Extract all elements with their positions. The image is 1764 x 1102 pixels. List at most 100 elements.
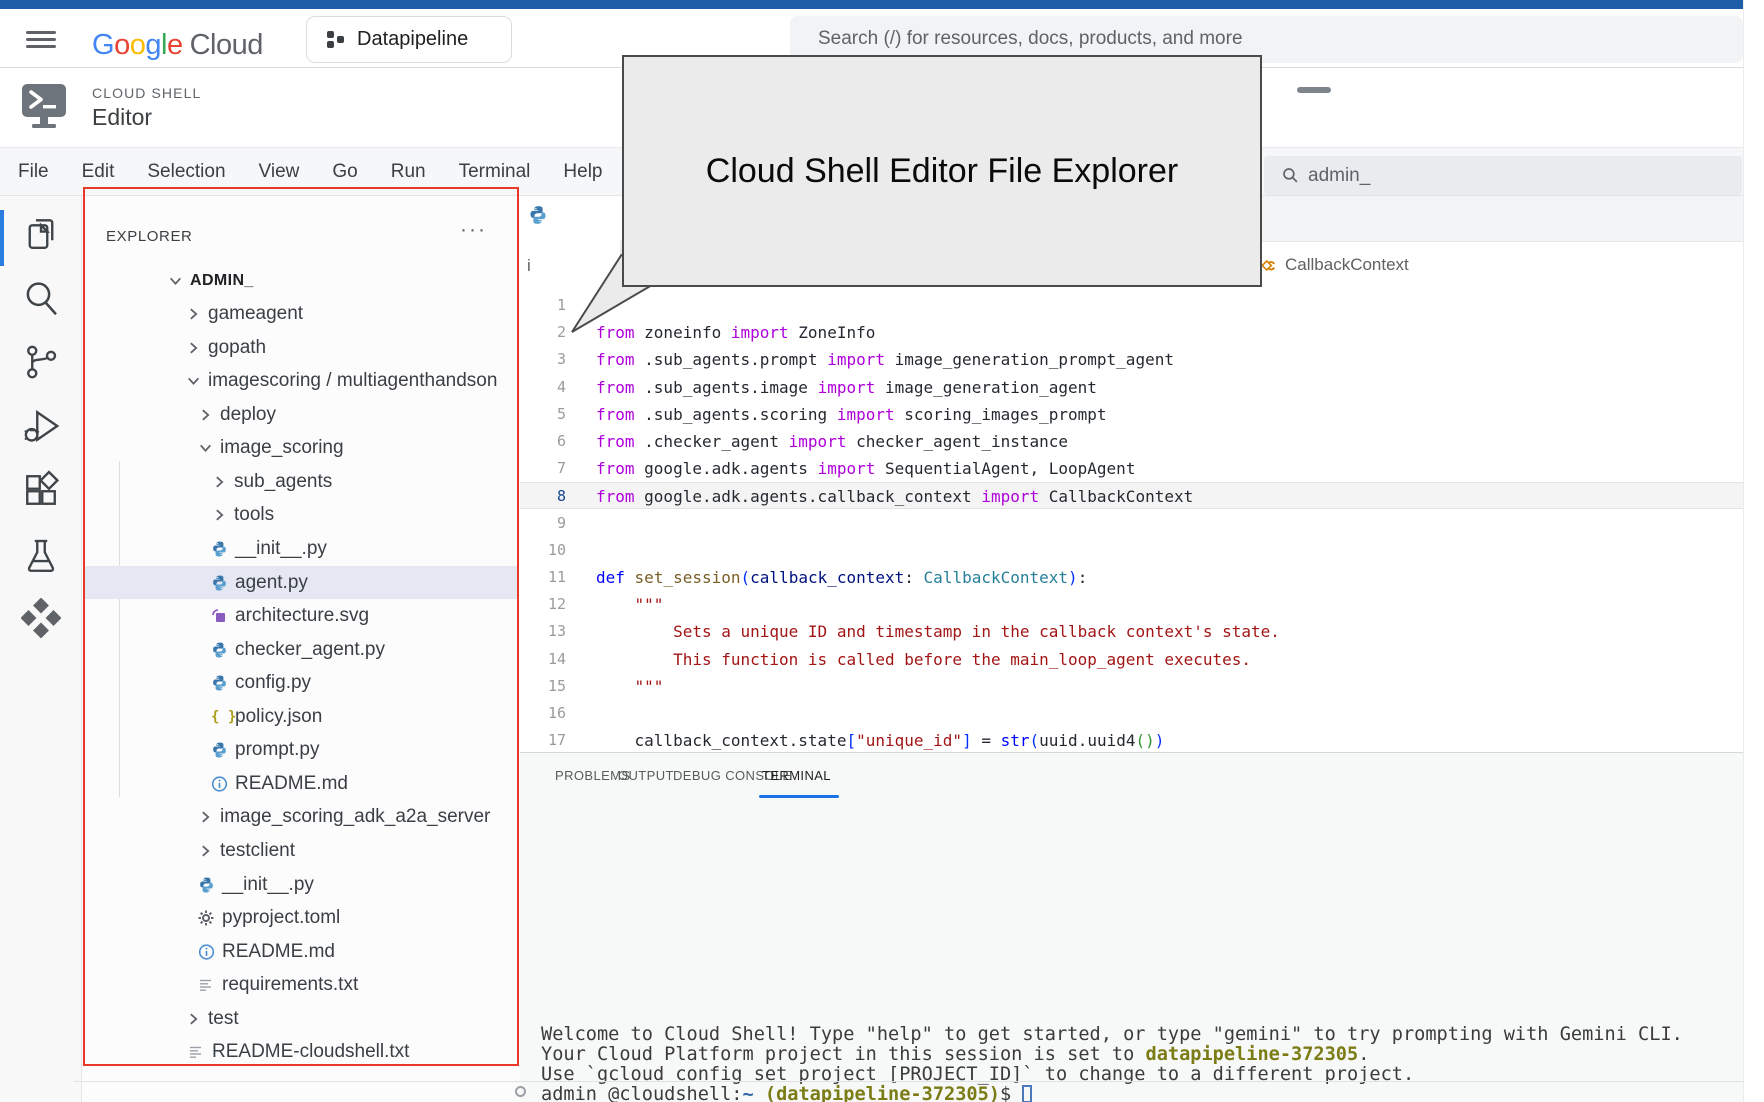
tree-file-requirements-txt[interactable]: requirements.txt — [84, 969, 518, 1002]
active-view-indicator — [0, 210, 4, 266]
python-file-icon — [211, 574, 228, 591]
panel-tab-terminal[interactable]: TERMINAL — [762, 768, 831, 783]
tree-folder-imagescoring-multiagenthandson[interactable]: imagescoring / multiagenthandson — [84, 365, 518, 398]
menu-item-run[interactable]: Run — [391, 161, 426, 183]
chevron-down-icon — [168, 273, 183, 288]
search-icon — [1282, 167, 1299, 184]
logo-letter: o — [130, 29, 146, 61]
prompt-marker-icon — [515, 1086, 526, 1097]
menu-item-go[interactable]: Go — [332, 161, 357, 183]
text-file-icon — [188, 1044, 204, 1060]
chevron-right-icon — [198, 407, 213, 422]
code-line-17[interactable]: 17 callback_context.state["unique_id"] =… — [520, 727, 1743, 752]
code-line-4[interactable]: 4from .sub_agents.image import image_gen… — [520, 374, 1743, 401]
breadcrumb-symbol[interactable]: CallbackContext — [1262, 255, 1409, 275]
menu-item-terminal[interactable]: Terminal — [459, 161, 531, 183]
line-number: 6 — [520, 428, 566, 455]
run-and-debug-icon[interactable] — [21, 406, 61, 446]
tree-folder-admin-[interactable]: ADMIN_ — [84, 264, 518, 297]
tree-folder-tools[interactable]: tools — [84, 499, 518, 532]
code-line-10[interactable]: 10 — [520, 537, 1743, 564]
code-line-12[interactable]: 12 """ — [520, 591, 1743, 618]
panel-tab-output[interactable]: OUTPUT — [618, 768, 674, 783]
tree-folder-gopath[interactable]: gopath — [84, 331, 518, 364]
tree-file-checker-agent-py[interactable]: checker_agent.py — [84, 633, 518, 666]
tree-file-policy-json[interactable]: { }policy.json — [84, 700, 518, 733]
line-number: 16 — [520, 700, 566, 727]
tree-file-readme-cloudshell-txt[interactable]: README-cloudshell.txt — [84, 1036, 518, 1069]
tree-folder-gameagent[interactable]: gameagent — [84, 298, 518, 331]
code-line-13[interactable]: 13 Sets a unique ID and timestamp in the… — [520, 618, 1743, 645]
cloud-shell-eyebrow: CLOUD SHELL — [92, 85, 201, 101]
line-number: 4 — [520, 374, 566, 401]
python-file-icon — [211, 641, 228, 658]
explorer-more-actions-icon[interactable]: ··· — [460, 218, 487, 242]
code-line-9[interactable]: 9 — [520, 510, 1743, 537]
line-number: 5 — [520, 401, 566, 428]
code-line-6[interactable]: 6from .checker_agent import checker_agen… — [520, 428, 1743, 455]
minimize-dash-icon[interactable] — [1297, 87, 1331, 93]
tree-file-prompt-py[interactable]: prompt.py — [84, 734, 518, 767]
google-cloud-logo: GoogleCloud — [92, 29, 263, 62]
tree-file-agent-py[interactable]: agent.py — [84, 566, 518, 599]
tree-file-config-py[interactable]: config.py — [84, 667, 518, 700]
tree-file-architecture-svg[interactable]: architecture.svg — [84, 600, 518, 633]
bottom-divider — [74, 1081, 1743, 1082]
code-line-16[interactable]: 16 — [520, 700, 1743, 727]
code-editor[interactable]: 12from zoneinfo import ZoneInfo3from .su… — [520, 294, 1743, 752]
python-file-icon — [211, 742, 228, 759]
chevron-right-icon — [198, 810, 213, 825]
chevron-right-icon — [186, 1011, 201, 1026]
search-icon[interactable] — [21, 278, 61, 318]
extensions-icon[interactable] — [21, 470, 61, 510]
tree-file-readme-md[interactable]: README.md — [84, 935, 518, 968]
chevron-right-icon — [212, 474, 227, 489]
logo-letter: o — [114, 29, 130, 61]
terminal-cursor — [1022, 1085, 1032, 1102]
hamburger-menu-icon[interactable] — [26, 31, 56, 48]
code-line-5[interactable]: 5from .sub_agents.scoring import scoring… — [520, 401, 1743, 428]
line-number: 14 — [520, 646, 566, 673]
line-number: 7 — [520, 455, 566, 482]
gemini-diamonds-icon[interactable] — [21, 598, 61, 638]
menu-item-help[interactable]: Help — [563, 161, 602, 183]
gear-file-icon — [198, 910, 214, 926]
explorer-files-icon[interactable] — [21, 214, 61, 254]
code-line-3[interactable]: 3from .sub_agents.prompt import image_ge… — [520, 346, 1743, 373]
breadcrumb-fragment: i — [527, 256, 531, 276]
source-control-icon[interactable] — [21, 342, 61, 382]
chevron-right-icon — [186, 340, 201, 355]
code-line-15[interactable]: 15 """ — [520, 673, 1743, 700]
line-number: 17 — [520, 727, 566, 752]
code-line-2[interactable]: 2from zoneinfo import ZoneInfo — [520, 319, 1743, 346]
right-gutter — [1743, 0, 1764, 1102]
project-name: Datapipeline — [357, 28, 468, 51]
find-input[interactable]: admin_ — [1264, 156, 1742, 195]
tree-file-readme-md[interactable]: README.md — [84, 767, 518, 800]
tree-folder-testclient[interactable]: testclient — [84, 835, 518, 868]
line-number: 3 — [520, 346, 566, 373]
tree-folder-sub-agents[interactable]: sub_agents — [84, 465, 518, 498]
tree-folder-deploy[interactable]: deploy — [84, 398, 518, 431]
line-number: 10 — [520, 537, 566, 564]
tree-file--init-py[interactable]: __init__.py — [84, 868, 518, 901]
menu-item-edit[interactable]: Edit — [82, 161, 115, 183]
console-top-stripe — [0, 0, 1743, 9]
code-line-11[interactable]: 11def set_session(callback_context: Call… — [520, 564, 1743, 591]
tree-folder-image-scoring[interactable]: image_scoring — [84, 432, 518, 465]
project-selector-button[interactable]: Datapipeline — [306, 16, 512, 63]
menu-item-selection[interactable]: Selection — [147, 161, 225, 183]
menu-item-view[interactable]: View — [259, 161, 300, 183]
menu-item-file[interactable]: File — [18, 161, 49, 183]
code-line-7[interactable]: 7from google.adk.agents import Sequentia… — [520, 455, 1743, 482]
image-file-icon — [211, 608, 227, 624]
code-line-8[interactable]: 8from google.adk.agents.callback_context… — [520, 482, 1743, 509]
tree-file-pyproject-toml[interactable]: pyproject.toml — [84, 902, 518, 935]
tree-file--init-py[interactable]: __init__.py — [84, 532, 518, 565]
tree-folder-image-scoring-adk-a2a-server[interactable]: image_scoring_adk_a2a_server — [84, 801, 518, 834]
test-beaker-icon[interactable] — [21, 536, 61, 576]
code-line-14[interactable]: 14 This function is called before the ma… — [520, 646, 1743, 673]
tree-folder-test[interactable]: test — [84, 1002, 518, 1035]
code-line-1[interactable]: 1 — [520, 294, 1743, 319]
annotation-callout-text: Cloud Shell Editor File Explorer — [706, 152, 1178, 191]
